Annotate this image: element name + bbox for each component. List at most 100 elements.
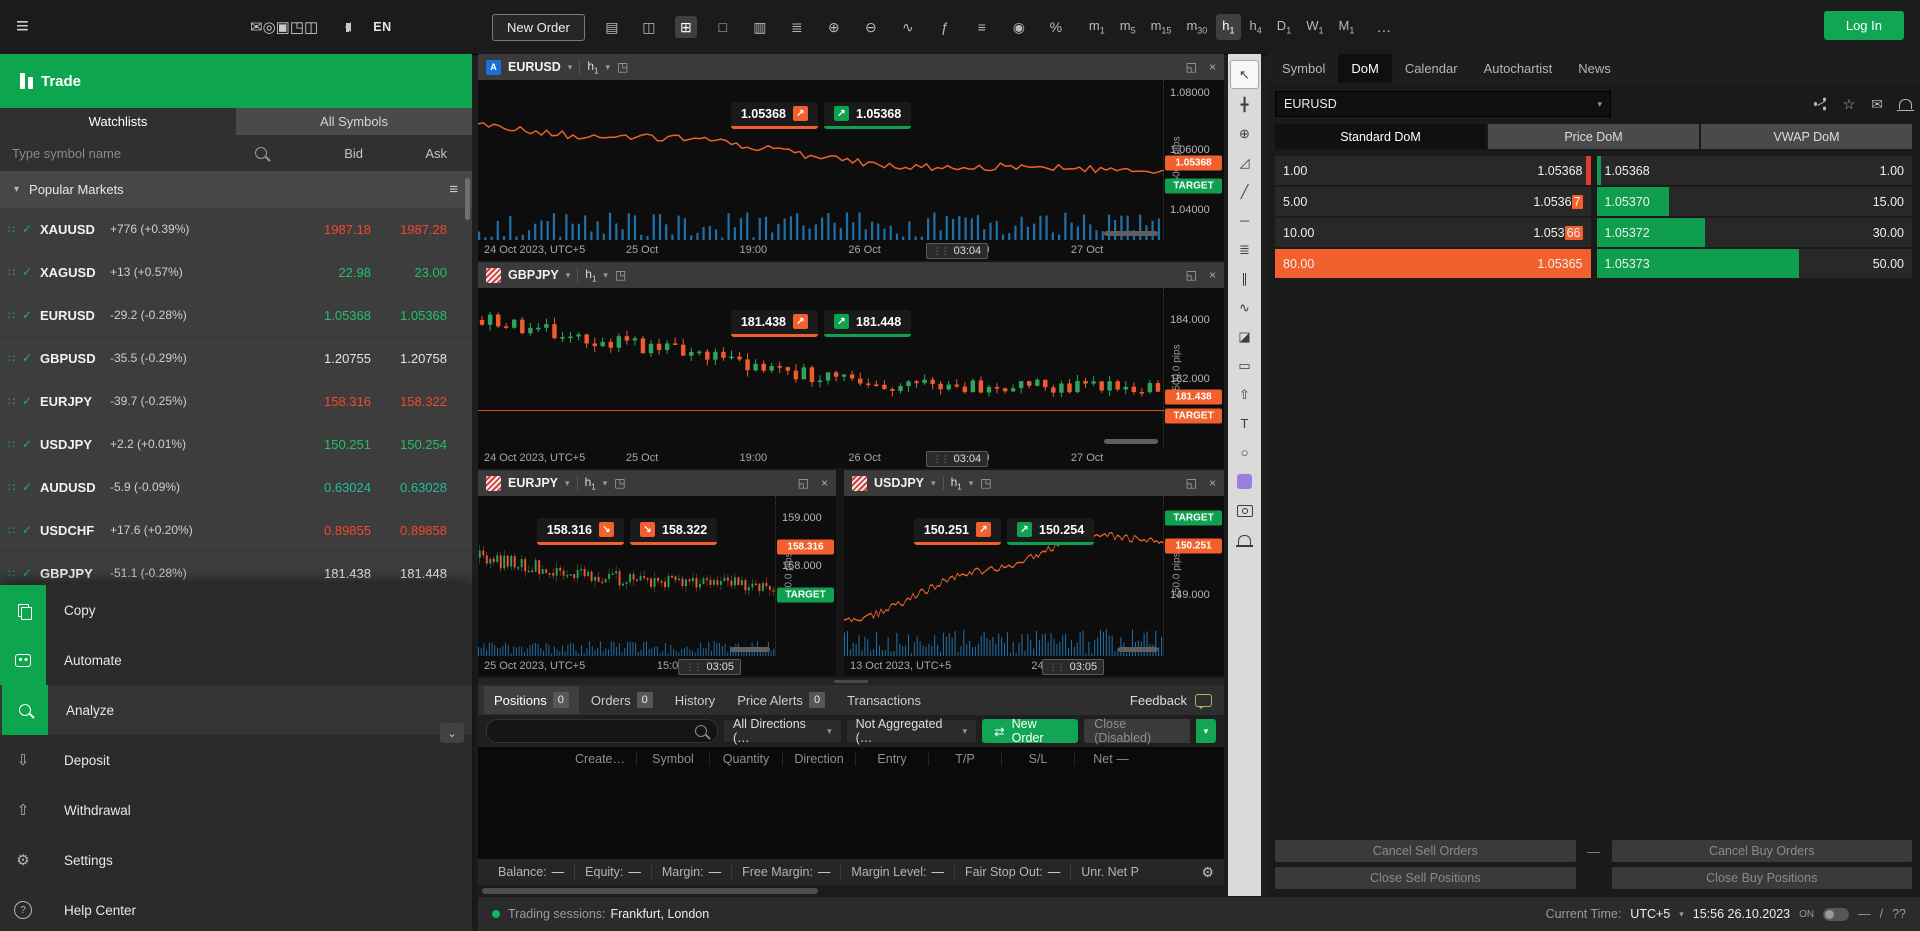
eraser-icon[interactable]: ◪ [1231,323,1258,350]
shapes-icon[interactable] [1231,468,1258,495]
crosshair-icon[interactable]: ╋ [1231,91,1258,118]
watchlist-group-row[interactable]: ▾ Popular Markets ≡ [0,171,472,208]
close-icon[interactable]: × [1209,60,1216,74]
templates-icon[interactable]: ≣ [786,16,808,38]
horizontal-line-icon[interactable]: ─ [1231,207,1258,234]
drag-handle-icon[interactable]: ∷ [8,438,22,451]
menu-item-deposit[interactable]: ⇩ Deposit [0,735,472,785]
symbol-row[interactable]: ∷ ✓ AUDUSD -5.9 (-0.09%) 0.63024 0.63028 [0,466,472,509]
sell-button[interactable]: 158.316 ↘ [537,518,624,545]
close-icon[interactable]: × [1209,268,1216,282]
symbol-ask[interactable]: 1.05368 [371,308,447,323]
timeframe-button[interactable]: m1 [1083,14,1111,40]
menu-item-automate[interactable]: Automate [0,635,472,685]
indicators-icon[interactable]: ƒ [934,16,956,38]
restore-icon[interactable]: ◱ [1186,476,1197,490]
tab-autochartist[interactable]: Autochartist [1471,54,1566,83]
timeframe-button[interactable]: M1 [1333,14,1361,40]
symbol-row[interactable]: ∷ ✓ USDCHF +17.6 (+0.20%) 0.89855 0.8985… [0,509,472,552]
restore-icon[interactable]: ◱ [1186,268,1197,282]
tab-history[interactable]: History [665,687,725,714]
symbol-ask[interactable]: 158.322 [371,394,447,409]
symbol-search-input[interactable] [10,145,247,162]
rectangle-icon[interactable]: ▭ [1231,352,1258,379]
search-icon[interactable] [255,147,267,159]
table-column-header[interactable]: Entry [855,752,928,766]
symbol-bid[interactable]: 0.63024 [283,480,371,495]
restore-icon[interactable]: ◱ [798,476,809,490]
collapse-menu-button[interactable]: ⌄ [440,723,464,743]
time-axis[interactable]: 13 Oct 2023, UTC+5 24 Oct [844,656,1164,676]
dom-symbol-select[interactable]: EURUSD ▾ [1275,91,1611,117]
close-options-dropdown[interactable]: ▾ [1196,719,1216,743]
time-axis[interactable]: 24 Oct 2023, UTC+5 25 Oct19:0026 Oct13:0… [478,448,1164,468]
chevron-down-icon[interactable]: ▾ [565,478,570,489]
positions-search[interactable] [486,719,718,743]
time-tooltip[interactable]: ⋮⋮03:05 [1042,659,1105,675]
windows-icon[interactable]: ◫ [304,18,318,36]
chart-symbol[interactable]: EURJPY [508,476,558,490]
ellipse-icon[interactable]: ○ [1231,439,1258,466]
chart-symbol[interactable]: EURUSD [508,60,561,74]
dom-sell-row[interactable]: 5.00 1.05367 [1275,187,1591,216]
share-icon[interactable] [1814,98,1827,111]
chevron-down-icon[interactable]: ▾ [605,62,610,73]
close-icon[interactable]: × [821,476,828,490]
copy-layout-icon[interactable]: ▣ [276,18,290,36]
mail-icon[interactable]: ✉ [250,18,263,36]
tab-vwap-dom[interactable]: VWAP DoM [1701,124,1912,149]
popout-icon[interactable]: ◳ [980,476,991,490]
sell-button[interactable]: 1.05368 ↗ [731,102,818,129]
symbol-row[interactable]: ∷ ✓ GBPUSD -35.5 (-0.29%) 1.20755 1.2075… [0,337,472,380]
timeframe-button[interactable]: m30 [1180,14,1213,40]
price-axis[interactable]: 500.0 pips 184.000182.000 181.438 TARGET [1163,288,1224,448]
chevron-down-icon[interactable]: ▾ [566,270,571,281]
dom-buy-row[interactable]: 1.05373 50.00 [1597,249,1913,278]
timeframe-button[interactable]: D1 [1271,14,1297,40]
symbol-row[interactable]: ∷ ✓ USDJPY +2.2 (+0.01%) 150.251 150.254 [0,423,472,466]
chart-body[interactable]: 500.0 pips 184.000182.000 181.438 TARGET… [478,288,1224,468]
dom-sell-row[interactable]: 1.00 1.05368 [1275,156,1591,185]
fibonacci-icon[interactable]: ≣ [1231,236,1258,263]
time-tooltip[interactable]: ⋮⋮03:05 [678,659,741,675]
symbol-row[interactable]: ∷ ✓ XAUUSD +776 (+0.39%) 1987.18 1987.28 [0,208,472,251]
direction-filter-dropdown[interactable]: All Directions (… ▾ [724,720,841,742]
timezone-selector[interactable]: UTC+5 [1630,907,1670,921]
chart-body[interactable]: 250.0 pips 149.000 150.251 TARGET 150.25… [844,496,1224,676]
tab-transactions[interactable]: Transactions [837,687,931,714]
linked-charts-icon[interactable]: ▥ [749,16,771,38]
measure-icon[interactable]: ◿ [1231,149,1258,176]
chevron-down-icon[interactable]: ▾ [969,478,974,489]
table-column-header[interactable]: S/L [1001,752,1074,766]
drag-handle-icon[interactable]: ∷ [8,309,22,322]
symbol-row[interactable]: ∷ ✓ XAGUSD +13 (+0.57%) 22.98 23.00 [0,251,472,294]
drag-handle-icon[interactable]: ∷ [8,481,22,494]
menu-item-copy[interactable]: Copy [0,585,472,635]
zoom-in-icon[interactable]: ⊕ [823,16,845,38]
symbol-bid[interactable]: 1987.18 [283,222,371,237]
timeframe-button[interactable]: W1 [1300,14,1329,40]
menu-item-help-center[interactable]: ? Help Center [0,885,472,931]
table-column-header[interactable]: Net — [1074,752,1147,766]
chart-symbol[interactable]: USDJPY [874,476,924,490]
timeframe-button[interactable]: m15 [1145,14,1178,40]
menu-item-settings[interactable]: ⚙ Settings [0,835,472,885]
symbol-ask[interactable]: 0.89858 [371,523,447,538]
aggregation-filter-dropdown[interactable]: Not Aggregated (… ▾ [847,720,977,742]
drag-handle-icon[interactable]: ∷ [8,567,22,580]
time-format-toggle[interactable] [1823,908,1849,921]
chart-timeframe[interactable]: h1 [585,267,596,283]
chart-body[interactable]: 500.0 pips 1.080001.060001.04000 1.05368… [478,80,1224,260]
tab-positions[interactable]: Positions 0 [484,686,579,714]
table-column-header[interactable]: T/P [928,752,1001,766]
symbol-ask[interactable]: 1987.28 [371,222,447,237]
chevron-down-icon[interactable]: ▾ [931,478,936,489]
drag-handle-icon[interactable]: ∷ [8,524,22,537]
tab-news[interactable]: News [1565,54,1624,83]
star-icon[interactable]: ☆ [1843,96,1856,113]
buy-button[interactable]: ↗ 150.254 [1007,518,1094,545]
tab-price-alerts[interactable]: Price Alerts 0 [727,686,835,714]
dom-sell-row[interactable]: 10.00 1.05366 [1275,218,1591,247]
touch-trade-icon[interactable]: ◎ [263,18,276,36]
chart-scrollbar[interactable] [730,647,770,652]
